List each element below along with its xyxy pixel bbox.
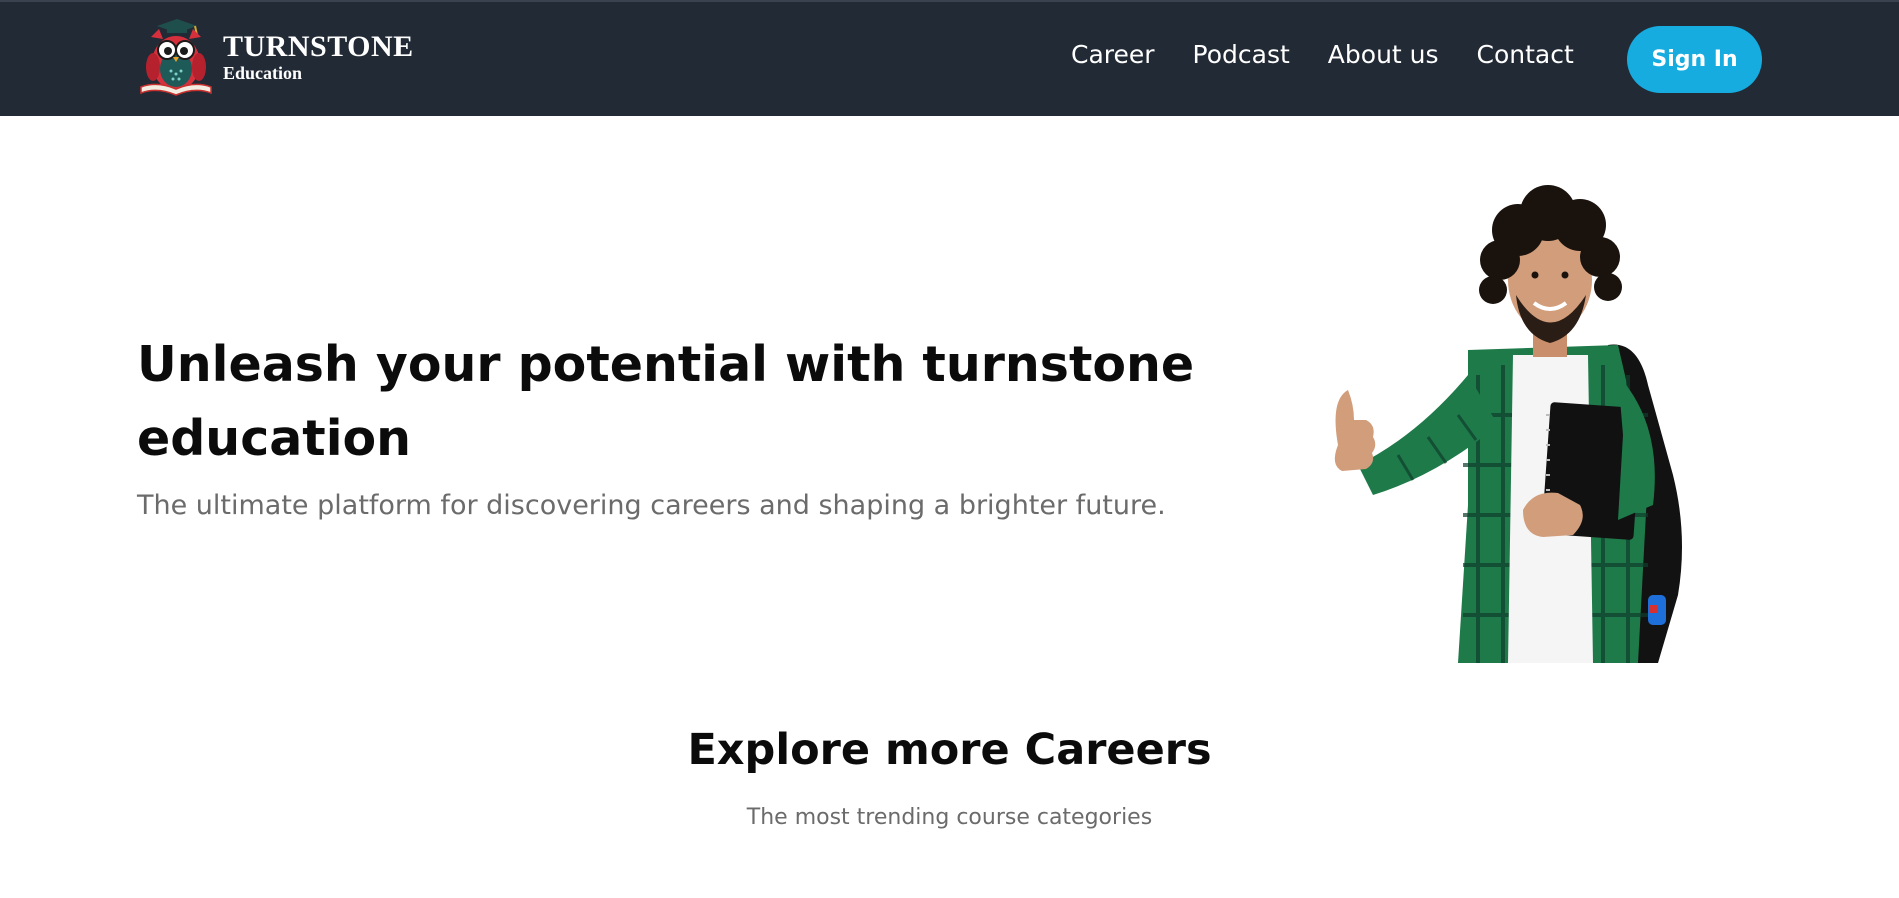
brand-logo-link[interactable]: TURNSTONE Education: [137, 17, 417, 97]
sign-in-button[interactable]: Sign In: [1627, 26, 1762, 93]
nav-link-podcast[interactable]: Podcast: [1193, 40, 1290, 69]
owl-logo-icon: [140, 19, 212, 96]
nav-link-contact[interactable]: Contact: [1477, 40, 1574, 69]
nav-link-career[interactable]: Career: [1071, 40, 1155, 69]
student-thumbs-up-photo-icon: [1334, 185, 1682, 663]
brand-subtitle: Education: [223, 63, 303, 83]
hero-subtitle: The ultimate platform for discovering ca…: [137, 490, 1166, 521]
top-navbar: TURNSTONE Education Career Podcast About…: [0, 0, 1899, 116]
explore-section-title: Explore more Careers: [687, 725, 1212, 775]
explore-section-subtitle: The most trending course categories: [746, 805, 1153, 830]
nav-link-about-us[interactable]: About us: [1328, 40, 1439, 69]
main-nav: Career Podcast About us Contact: [1071, 40, 1612, 69]
hero-title: Unleash your potential with turnstone ed…: [137, 336, 1195, 467]
brand-text: TURNSTONE Education: [223, 30, 414, 83]
page: TURNSTONE Education Career Podcast About…: [0, 0, 1899, 898]
brand-title: TURNSTONE: [223, 30, 414, 63]
